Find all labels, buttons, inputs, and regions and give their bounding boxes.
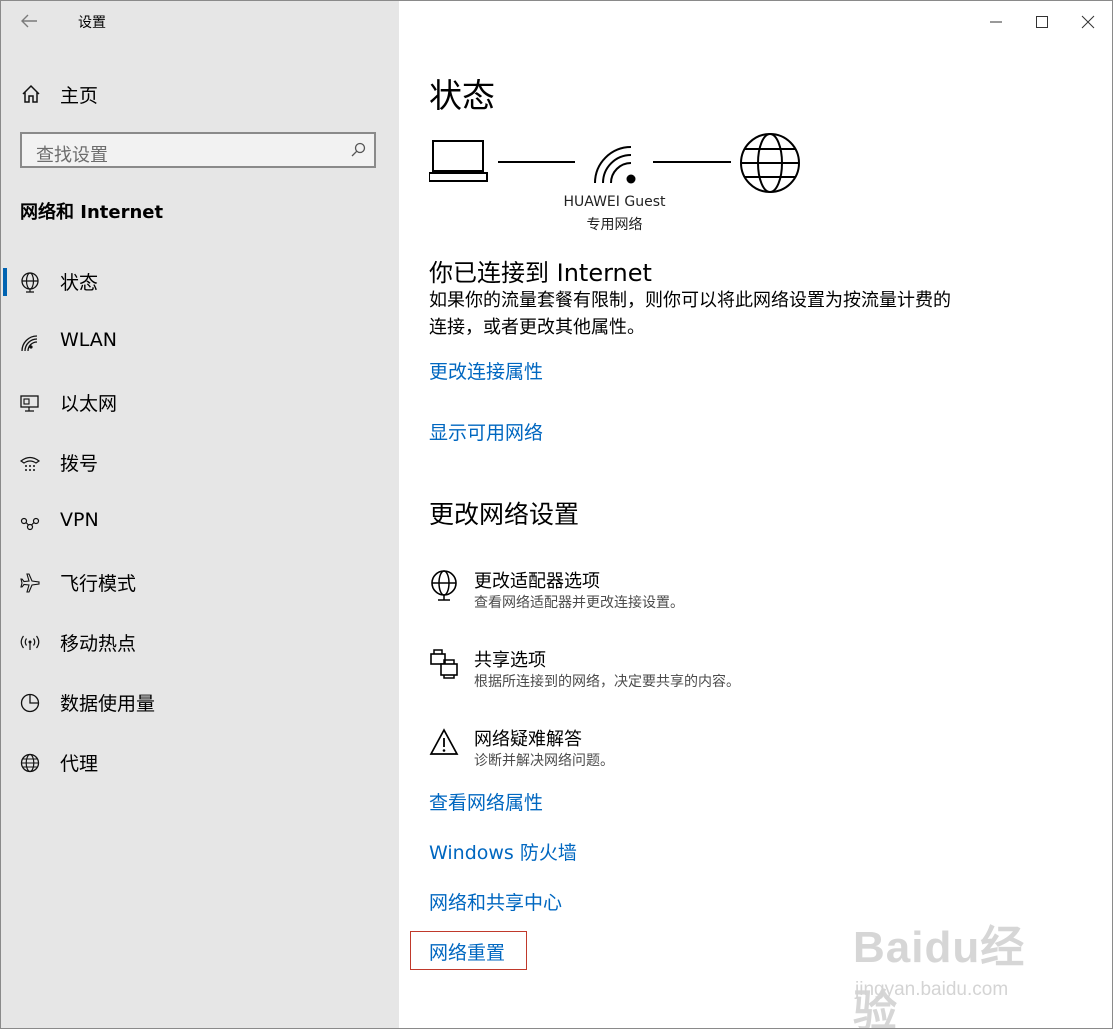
baidu-watermark: Baidu经验 jingyan.baidu.com: [853, 911, 1063, 1028]
close-icon: [1081, 15, 1095, 29]
network-sharing-center-link[interactable]: 网络和共享中心: [429, 888, 562, 915]
network-type: 专用网络: [586, 217, 643, 233]
change-network-settings-title: 更改网络设置: [429, 500, 580, 529]
option-desc: 查看网络适配器并更改连接设置。: [474, 595, 684, 611]
section-title: 网络和 Internet: [20, 202, 164, 223]
watermark-logo: Baidu经验: [853, 923, 1026, 1029]
maximize-icon: [1036, 16, 1048, 28]
home-icon: [22, 84, 40, 103]
network-troubleshooter[interactable]: 网络疑难解答 诊断并解决网络问题。: [429, 725, 929, 781]
windows-firewall-link[interactable]: Windows 防火墙: [429, 838, 577, 865]
sidebar-item-label: 状态: [60, 272, 99, 294]
change-adapter-options[interactable]: 更改适配器选项 查看网络适配器并更改连接设置。: [429, 567, 929, 623]
search-icon: [351, 142, 366, 157]
connection-status-title: 你已连接到 Internet: [429, 259, 652, 287]
sidebar-item-airplane[interactable]: 飞行模式: [1, 561, 399, 605]
back-arrow-icon: [21, 14, 37, 28]
sidebar-item-hotspot[interactable]: 移动热点: [1, 621, 399, 665]
airplane-icon: [20, 573, 40, 593]
app-title: 设置: [78, 15, 106, 31]
sidebar-item-label: 以太网: [60, 393, 118, 415]
search-placeholder: 查找设置: [36, 145, 108, 166]
change-connection-properties-link[interactable]: 更改连接属性: [429, 357, 543, 384]
search-input[interactable]: 查找设置: [20, 132, 376, 168]
back-button[interactable]: [11, 5, 47, 37]
main-content: 状态 HUAWEI Guest 专用网络 你已连接到 Internet 如果你的…: [399, 1, 1112, 1028]
minimize-icon: [990, 21, 1002, 23]
active-indicator: [3, 268, 7, 296]
sidebar-item-data-usage[interactable]: 数据使用量: [1, 681, 399, 725]
warning-icon: [429, 728, 459, 755]
dialup-icon: [19, 456, 41, 471]
ethernet-icon: [20, 395, 39, 412]
globe-network-icon: [21, 272, 39, 293]
sidebar-item-label: 移动热点: [60, 633, 137, 655]
network-name: HUAWEI Guest: [563, 194, 666, 210]
settings-window: 设置 主页 查找设置 网络和 Internet 状态 WLAN 以太网 拨号 V…: [0, 0, 1113, 1029]
option-title: 共享选项: [474, 650, 546, 671]
sidebar: 设置 主页 查找设置 网络和 Internet 状态 WLAN 以太网 拨号 V…: [1, 1, 399, 1028]
connection-status-desc: 如果你的流量套餐有限制，则你可以将此网络设置为按流量计费的连接，或者更改其他属性…: [429, 290, 951, 338]
hotspot-icon: [20, 635, 40, 650]
watermark-site: jingyan.baidu.com: [855, 979, 1009, 1000]
sidebar-item-status[interactable]: 状态: [1, 260, 399, 304]
wifi-icon: [594, 146, 636, 184]
maximize-button[interactable]: [1020, 1, 1066, 41]
view-network-properties-link[interactable]: 查看网络属性: [429, 788, 543, 815]
option-title: 网络疑难解答: [474, 729, 582, 750]
annotation-highlight-box: [410, 931, 527, 970]
option-desc: 根据所连接到的网络，决定要共享的内容。: [474, 674, 740, 690]
laptop-icon: [429, 140, 488, 182]
sharing-icon: [430, 649, 458, 679]
close-button[interactable]: [1066, 1, 1112, 41]
page-title: 状态: [429, 76, 495, 115]
sidebar-item-vpn[interactable]: VPN: [1, 501, 399, 545]
sidebar-item-label: 拨号: [60, 453, 99, 475]
sidebar-item-dialup[interactable]: 拨号: [1, 441, 399, 485]
minimize-button[interactable]: [974, 1, 1020, 41]
show-available-networks-link[interactable]: 显示可用网络: [429, 418, 543, 445]
sidebar-item-ethernet[interactable]: 以太网: [1, 381, 399, 425]
sidebar-item-label: 飞行模式: [60, 573, 137, 595]
wifi-icon: [21, 335, 38, 352]
vpn-icon: [20, 517, 40, 531]
adapter-icon: [431, 570, 457, 601]
globe-icon: [20, 753, 40, 773]
globe-icon: [740, 133, 800, 193]
sidebar-item-label: 数据使用量: [60, 693, 156, 715]
sharing-options[interactable]: 共享选项 根据所连接到的网络，决定要共享的内容。: [429, 646, 929, 702]
sidebar-item-proxy[interactable]: 代理: [1, 741, 399, 785]
sidebar-item-label: 代理: [60, 753, 99, 775]
data-usage-icon: [20, 693, 40, 713]
option-title: 更改适配器选项: [474, 571, 600, 592]
option-desc: 诊断并解决网络问题。: [474, 753, 614, 769]
sidebar-item-label: VPN: [60, 509, 99, 531]
sidebar-home-label: 主页: [60, 85, 99, 107]
sidebar-item-label: WLAN: [60, 329, 118, 351]
sidebar-item-wlan[interactable]: WLAN: [1, 321, 399, 365]
